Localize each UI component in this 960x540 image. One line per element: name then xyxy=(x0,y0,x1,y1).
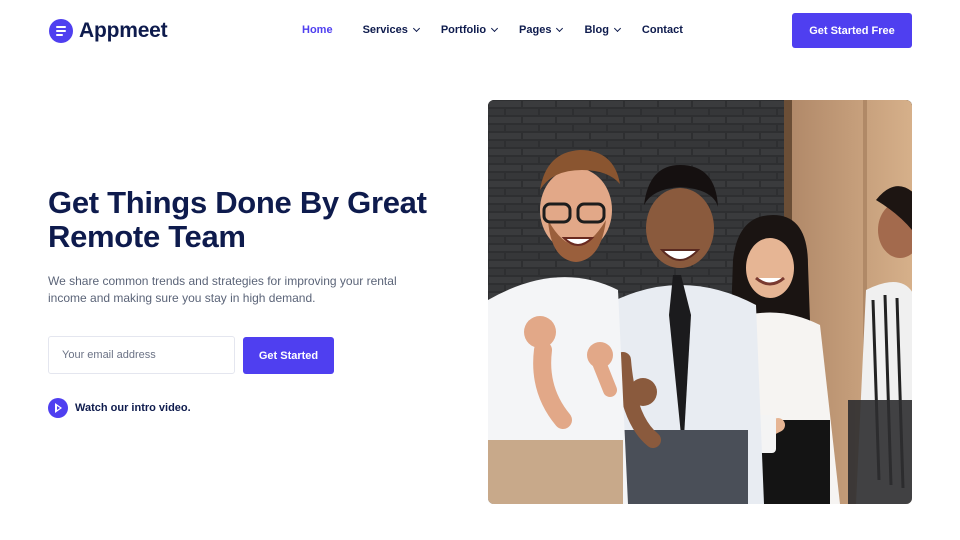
chevron-down-icon xyxy=(412,24,420,33)
hero-photo-team xyxy=(488,100,912,504)
nav-item-label: Services xyxy=(362,24,408,36)
nav-item-label: Portfolio xyxy=(440,24,487,36)
logo-text: Appmeet xyxy=(79,19,168,42)
main-nav: Home Services Portfolio Pages Blog Conta… xyxy=(302,24,705,36)
chevron-down-icon xyxy=(491,24,499,33)
nav-item-contact[interactable]: Contact xyxy=(642,24,683,36)
chevron-down-icon xyxy=(556,24,564,33)
chevron-down-icon xyxy=(613,24,621,33)
email-input[interactable] xyxy=(48,336,235,374)
nav-item-label: Pages xyxy=(519,24,552,36)
nav-item-services[interactable]: Services xyxy=(362,24,420,36)
nav-item-label: Blog xyxy=(584,24,609,36)
hero-title-line-1: Get Things Done By Great xyxy=(48,185,427,220)
site-header: Appmeet Home Services Portfolio Pages Bl… xyxy=(0,0,960,62)
nav-item-home[interactable]: Home xyxy=(302,24,333,36)
nav-item-pages[interactable]: Pages xyxy=(519,24,564,36)
nav-item-label: Contact xyxy=(641,24,683,36)
menu-lines-icon xyxy=(49,19,73,43)
hero-title: Get Things Done By Great Remote Team xyxy=(48,186,448,254)
get-started-free-button[interactable]: Get Started Free xyxy=(792,13,912,48)
hero-subtitle: We share common trends and strategies fo… xyxy=(48,274,397,305)
logo[interactable]: Appmeet xyxy=(49,19,168,43)
play-icon[interactable] xyxy=(48,398,68,418)
get-started-button[interactable]: Get Started xyxy=(243,337,334,374)
nav-item-blog[interactable]: Blog xyxy=(584,24,621,36)
team-photo-illustration xyxy=(488,100,912,504)
nav-item-portfolio[interactable]: Portfolio xyxy=(440,24,499,36)
watch-video-label: Watch our intro video. xyxy=(75,402,191,414)
nav-item-label: Home xyxy=(302,24,333,36)
hero-title-line-2: Remote Team xyxy=(48,219,246,254)
watch-video-link[interactable]: Watch our intro video. xyxy=(48,398,191,418)
